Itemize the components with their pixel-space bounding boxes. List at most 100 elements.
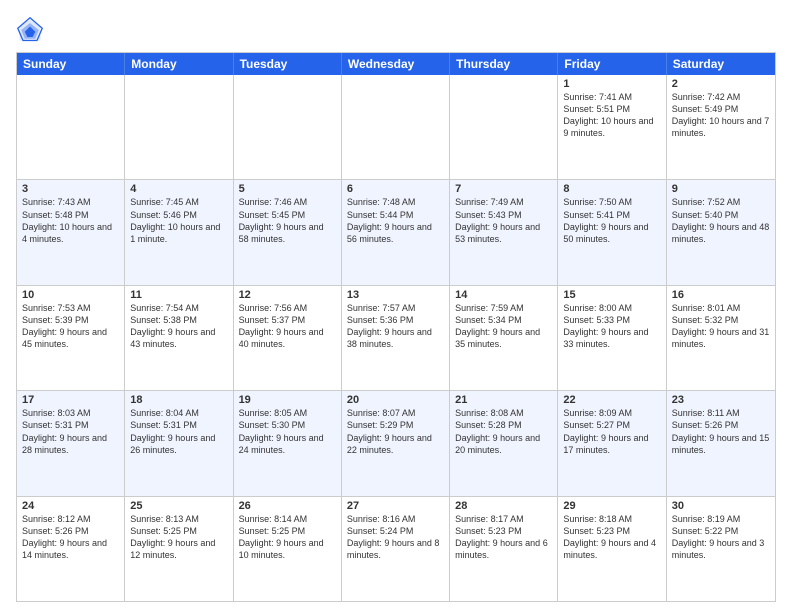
day-info: Sunrise: 8:07 AM Sunset: 5:29 PM Dayligh…: [347, 407, 444, 456]
day-cell: 7Sunrise: 7:49 AM Sunset: 5:43 PM Daylig…: [450, 180, 558, 284]
day-cell: 6Sunrise: 7:48 AM Sunset: 5:44 PM Daylig…: [342, 180, 450, 284]
day-info: Sunrise: 8:03 AM Sunset: 5:31 PM Dayligh…: [22, 407, 119, 456]
day-info: Sunrise: 8:13 AM Sunset: 5:25 PM Dayligh…: [130, 513, 227, 562]
day-number: 16: [672, 289, 770, 301]
empty-cell: [450, 75, 558, 179]
day-info: Sunrise: 8:12 AM Sunset: 5:26 PM Dayligh…: [22, 513, 119, 562]
day-number: 26: [239, 500, 336, 512]
day-cell: 13Sunrise: 7:57 AM Sunset: 5:36 PM Dayli…: [342, 286, 450, 390]
day-number: 29: [563, 500, 660, 512]
day-info: Sunrise: 7:53 AM Sunset: 5:39 PM Dayligh…: [22, 302, 119, 351]
day-info: Sunrise: 7:52 AM Sunset: 5:40 PM Dayligh…: [672, 196, 770, 245]
day-number: 8: [563, 183, 660, 195]
day-info: Sunrise: 7:46 AM Sunset: 5:45 PM Dayligh…: [239, 196, 336, 245]
day-number: 10: [22, 289, 119, 301]
day-cell: 11Sunrise: 7:54 AM Sunset: 5:38 PM Dayli…: [125, 286, 233, 390]
day-number: 15: [563, 289, 660, 301]
day-info: Sunrise: 8:14 AM Sunset: 5:25 PM Dayligh…: [239, 513, 336, 562]
day-cell: 27Sunrise: 8:16 AM Sunset: 5:24 PM Dayli…: [342, 497, 450, 601]
weekday-saturday: Saturday: [667, 53, 775, 75]
day-number: 28: [455, 500, 552, 512]
day-cell: 9Sunrise: 7:52 AM Sunset: 5:40 PM Daylig…: [667, 180, 775, 284]
day-number: 21: [455, 394, 552, 406]
day-cell: 17Sunrise: 8:03 AM Sunset: 5:31 PM Dayli…: [17, 391, 125, 495]
day-info: Sunrise: 8:16 AM Sunset: 5:24 PM Dayligh…: [347, 513, 444, 562]
day-cell: 12Sunrise: 7:56 AM Sunset: 5:37 PM Dayli…: [234, 286, 342, 390]
day-number: 27: [347, 500, 444, 512]
day-cell: 21Sunrise: 8:08 AM Sunset: 5:28 PM Dayli…: [450, 391, 558, 495]
day-info: Sunrise: 7:49 AM Sunset: 5:43 PM Dayligh…: [455, 196, 552, 245]
day-cell: 10Sunrise: 7:53 AM Sunset: 5:39 PM Dayli…: [17, 286, 125, 390]
day-cell: 2Sunrise: 7:42 AM Sunset: 5:49 PM Daylig…: [667, 75, 775, 179]
calendar-row: 3Sunrise: 7:43 AM Sunset: 5:48 PM Daylig…: [17, 179, 775, 284]
day-cell: 16Sunrise: 8:01 AM Sunset: 5:32 PM Dayli…: [667, 286, 775, 390]
day-number: 23: [672, 394, 770, 406]
empty-cell: [342, 75, 450, 179]
day-cell: 23Sunrise: 8:11 AM Sunset: 5:26 PM Dayli…: [667, 391, 775, 495]
day-cell: 14Sunrise: 7:59 AM Sunset: 5:34 PM Dayli…: [450, 286, 558, 390]
day-cell: 29Sunrise: 8:18 AM Sunset: 5:23 PM Dayli…: [558, 497, 666, 601]
calendar-row: 24Sunrise: 8:12 AM Sunset: 5:26 PM Dayli…: [17, 496, 775, 601]
day-cell: 24Sunrise: 8:12 AM Sunset: 5:26 PM Dayli…: [17, 497, 125, 601]
day-number: 30: [672, 500, 770, 512]
calendar-row: 10Sunrise: 7:53 AM Sunset: 5:39 PM Dayli…: [17, 285, 775, 390]
day-info: Sunrise: 7:50 AM Sunset: 5:41 PM Dayligh…: [563, 196, 660, 245]
empty-cell: [234, 75, 342, 179]
calendar-row: 1Sunrise: 7:41 AM Sunset: 5:51 PM Daylig…: [17, 75, 775, 179]
day-info: Sunrise: 8:05 AM Sunset: 5:30 PM Dayligh…: [239, 407, 336, 456]
day-number: 22: [563, 394, 660, 406]
weekday-friday: Friday: [558, 53, 666, 75]
day-number: 19: [239, 394, 336, 406]
calendar-row: 17Sunrise: 8:03 AM Sunset: 5:31 PM Dayli…: [17, 390, 775, 495]
day-cell: 22Sunrise: 8:09 AM Sunset: 5:27 PM Dayli…: [558, 391, 666, 495]
day-cell: 25Sunrise: 8:13 AM Sunset: 5:25 PM Dayli…: [125, 497, 233, 601]
day-info: Sunrise: 7:54 AM Sunset: 5:38 PM Dayligh…: [130, 302, 227, 351]
weekday-tuesday: Tuesday: [234, 53, 342, 75]
day-cell: 8Sunrise: 7:50 AM Sunset: 5:41 PM Daylig…: [558, 180, 666, 284]
day-info: Sunrise: 7:59 AM Sunset: 5:34 PM Dayligh…: [455, 302, 552, 351]
empty-cell: [17, 75, 125, 179]
day-number: 6: [347, 183, 444, 195]
weekday-monday: Monday: [125, 53, 233, 75]
weekday-wednesday: Wednesday: [342, 53, 450, 75]
day-info: Sunrise: 7:42 AM Sunset: 5:49 PM Dayligh…: [672, 91, 770, 140]
day-number: 18: [130, 394, 227, 406]
day-cell: 30Sunrise: 8:19 AM Sunset: 5:22 PM Dayli…: [667, 497, 775, 601]
day-number: 9: [672, 183, 770, 195]
day-info: Sunrise: 8:01 AM Sunset: 5:32 PM Dayligh…: [672, 302, 770, 351]
day-info: Sunrise: 8:18 AM Sunset: 5:23 PM Dayligh…: [563, 513, 660, 562]
day-cell: 1Sunrise: 7:41 AM Sunset: 5:51 PM Daylig…: [558, 75, 666, 179]
day-info: Sunrise: 7:41 AM Sunset: 5:51 PM Dayligh…: [563, 91, 660, 140]
day-number: 17: [22, 394, 119, 406]
calendar-body: 1Sunrise: 7:41 AM Sunset: 5:51 PM Daylig…: [17, 75, 775, 601]
day-number: 4: [130, 183, 227, 195]
day-info: Sunrise: 7:45 AM Sunset: 5:46 PM Dayligh…: [130, 196, 227, 245]
day-number: 11: [130, 289, 227, 301]
logo: [16, 16, 48, 44]
day-number: 12: [239, 289, 336, 301]
calendar: SundayMondayTuesdayWednesdayThursdayFrid…: [16, 52, 776, 602]
day-cell: 26Sunrise: 8:14 AM Sunset: 5:25 PM Dayli…: [234, 497, 342, 601]
day-cell: 4Sunrise: 7:45 AM Sunset: 5:46 PM Daylig…: [125, 180, 233, 284]
day-number: 13: [347, 289, 444, 301]
day-info: Sunrise: 8:04 AM Sunset: 5:31 PM Dayligh…: [130, 407, 227, 456]
day-info: Sunrise: 7:56 AM Sunset: 5:37 PM Dayligh…: [239, 302, 336, 351]
weekday-sunday: Sunday: [17, 53, 125, 75]
day-info: Sunrise: 8:08 AM Sunset: 5:28 PM Dayligh…: [455, 407, 552, 456]
page: SundayMondayTuesdayWednesdayThursdayFrid…: [0, 0, 792, 612]
calendar-header: SundayMondayTuesdayWednesdayThursdayFrid…: [17, 53, 775, 75]
day-number: 14: [455, 289, 552, 301]
day-number: 7: [455, 183, 552, 195]
day-info: Sunrise: 8:09 AM Sunset: 5:27 PM Dayligh…: [563, 407, 660, 456]
day-info: Sunrise: 7:48 AM Sunset: 5:44 PM Dayligh…: [347, 196, 444, 245]
day-cell: 19Sunrise: 8:05 AM Sunset: 5:30 PM Dayli…: [234, 391, 342, 495]
day-cell: 15Sunrise: 8:00 AM Sunset: 5:33 PM Dayli…: [558, 286, 666, 390]
day-info: Sunrise: 7:43 AM Sunset: 5:48 PM Dayligh…: [22, 196, 119, 245]
day-cell: 5Sunrise: 7:46 AM Sunset: 5:45 PM Daylig…: [234, 180, 342, 284]
day-cell: 18Sunrise: 8:04 AM Sunset: 5:31 PM Dayli…: [125, 391, 233, 495]
day-cell: 20Sunrise: 8:07 AM Sunset: 5:29 PM Dayli…: [342, 391, 450, 495]
day-info: Sunrise: 8:19 AM Sunset: 5:22 PM Dayligh…: [672, 513, 770, 562]
weekday-thursday: Thursday: [450, 53, 558, 75]
day-number: 25: [130, 500, 227, 512]
day-cell: 3Sunrise: 7:43 AM Sunset: 5:48 PM Daylig…: [17, 180, 125, 284]
